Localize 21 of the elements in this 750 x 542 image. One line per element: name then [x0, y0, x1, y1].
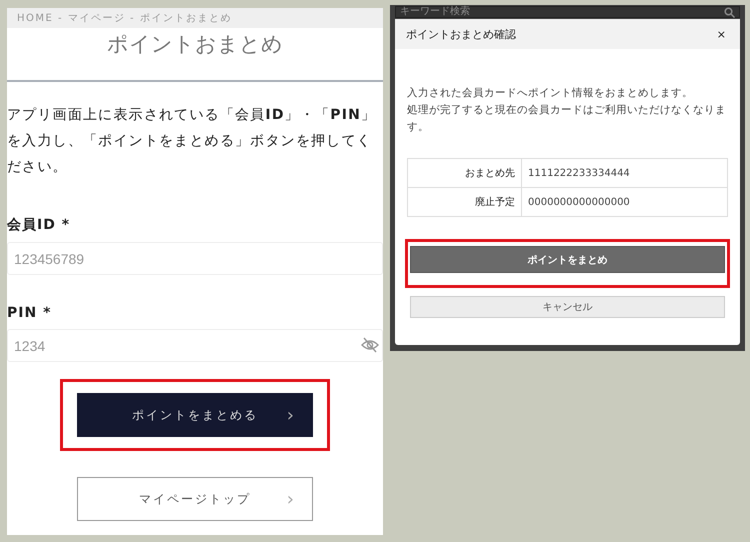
instructions: アプリ画面上に表示されている「会員ID」・「PIN」を入力し、「ポイントをまとめる」ボタンを押してください。 [7, 106, 378, 177]
close-button[interactable]: × [716, 28, 726, 40]
dialog-button[interactable]: キャンセル [410, 296, 725, 318]
eye-slash-icon[interactable] [361, 337, 379, 353]
dialog-message: 処理が完了すると現在の会員カードはご利用いただけなくなります。 [407, 103, 727, 135]
action-button[interactable]: マイページトップ › [77, 477, 313, 521]
dialog-title: ポイントおまとめ確認 [406, 26, 516, 42]
dialog-button[interactable]: ポイントをまとめ [410, 246, 725, 273]
row-label: 廃止予定 [408, 188, 522, 216]
input-field[interactable]: 123456789 [7, 242, 383, 275]
dialog-message: 入力された会員カードへポイント情報をおまとめします。 [407, 86, 694, 101]
input-field[interactable]: 1234 [7, 329, 383, 362]
row-label: おまとめ先 [408, 158, 522, 188]
row-value: 1111222233334444 [522, 158, 728, 188]
row-value: 0000000000000000 [522, 188, 728, 216]
search-field[interactable]: キーワード検索 [395, 6, 740, 18]
field-label: 会員ID * [7, 216, 72, 234]
search-icon[interactable] [724, 6, 735, 18]
action-button[interactable]: ポイントをまとめる › [77, 393, 313, 437]
field-label: PIN * [7, 305, 52, 321]
page-title: ポイントおまとめ [7, 28, 383, 82]
